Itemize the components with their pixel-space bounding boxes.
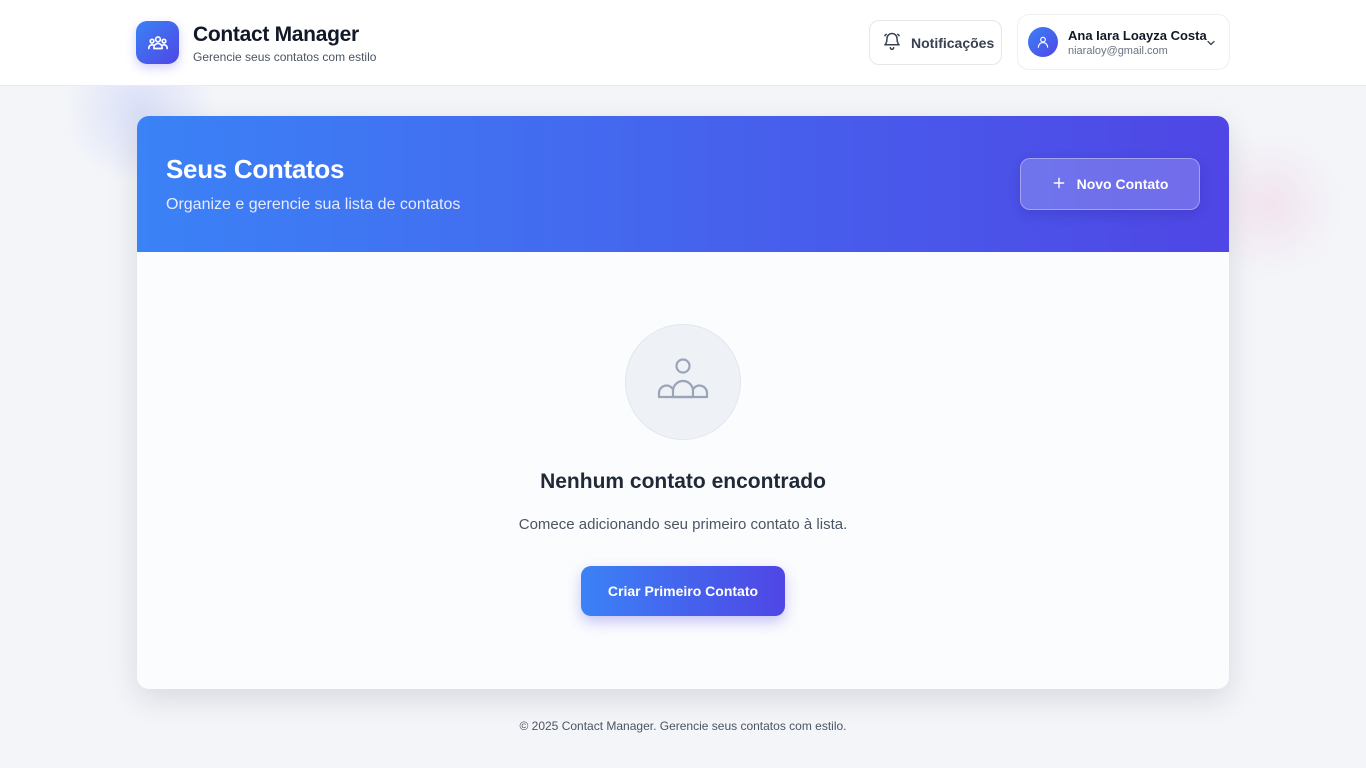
users-icon (136, 21, 179, 64)
user-email: niaraloy@gmail.com (1068, 44, 1168, 57)
footer-text: © 2025 Contact Manager. Gerencie seus co… (519, 719, 847, 733)
plus-icon (1052, 176, 1066, 193)
chevron-down-icon[interactable] (1205, 36, 1217, 54)
create-first-contact-button[interactable]: Criar Primeiro Contato (581, 566, 785, 616)
brand[interactable]: Contact Manager Gerencie seus contatos c… (136, 21, 376, 64)
user-name: Ana Iara Loayza Costa (1068, 27, 1207, 43)
new-contact-button[interactable]: Novo Contato (1020, 158, 1200, 210)
users-icon (657, 357, 709, 408)
bell-icon (882, 31, 902, 54)
top-bar: Contact Manager Gerencie seus contatos c… (0, 0, 1366, 86)
user-icon (1028, 27, 1058, 57)
contacts-card: Seus Contatos Organize e gerencie sua li… (137, 116, 1229, 689)
notifications-label: Notificações (911, 34, 995, 51)
new-contact-label: Novo Contato (1076, 176, 1169, 192)
contacts-card-header: Seus Contatos Organize e gerencie sua li… (137, 116, 1229, 252)
page-subtitle: Organize e gerencie sua lista de contato… (166, 196, 461, 213)
empty-state-title: Nenhum contato encontrado (540, 470, 826, 493)
user-menu[interactable]: Ana Iara Loayza Costa niaraloy@gmail.com (1017, 14, 1230, 70)
app-title: Contact Manager (193, 22, 359, 46)
empty-state-text: Comece adicionando seu primeiro contato … (518, 516, 848, 533)
app-subtitle: Gerencie seus contatos com estilo (193, 49, 377, 64)
page-title: Seus Contatos (166, 154, 345, 184)
empty-state-illustration (625, 324, 741, 440)
notifications-button[interactable]: Notificações (869, 20, 1002, 65)
